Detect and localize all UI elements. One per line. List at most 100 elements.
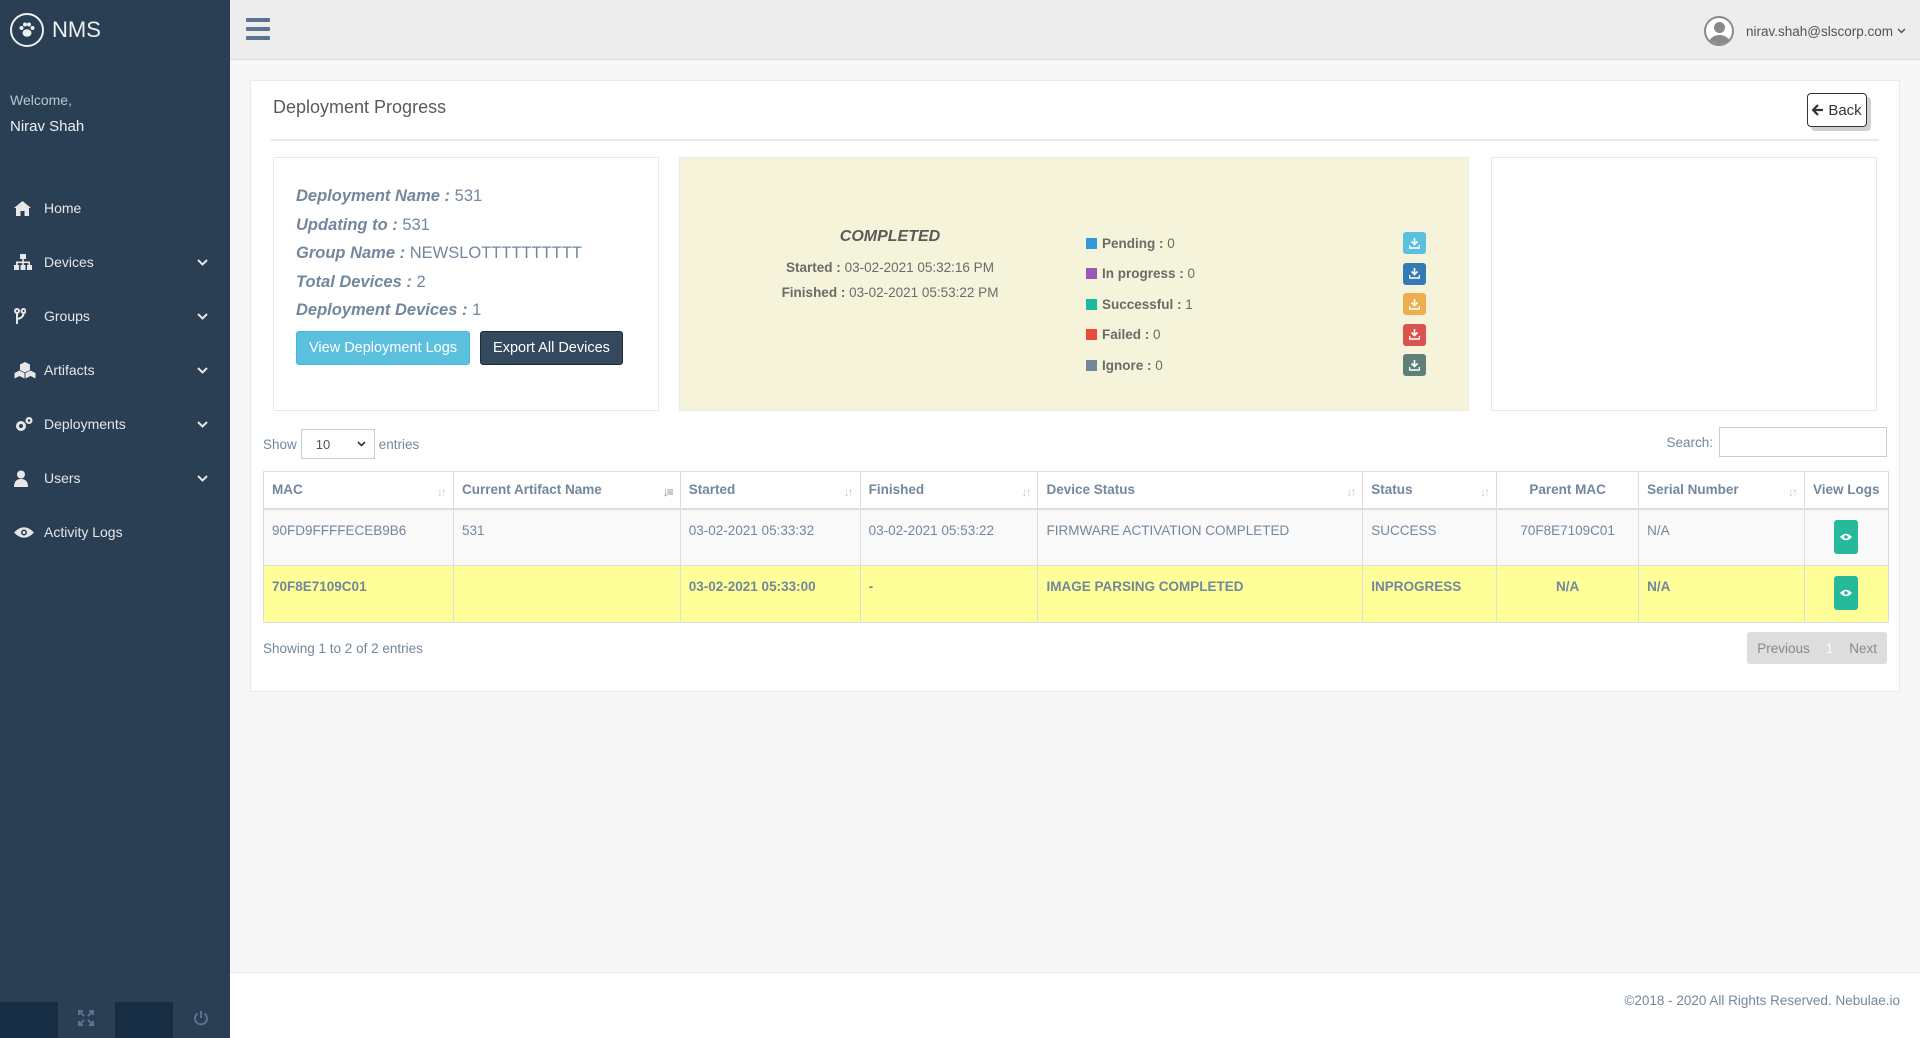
legend-pending: Pending : 0 (1086, 228, 1436, 259)
sidebar-item-label: Artifacts (44, 362, 95, 378)
sidebar-item-home[interactable]: Home (0, 181, 230, 235)
finished-time: 03-02-2021 05:53:22 PM (849, 285, 999, 300)
chevron-down-icon (196, 418, 208, 430)
eye-icon (1840, 589, 1853, 597)
download-icon (1409, 268, 1420, 280)
cell-device-status: IMAGE PARSING COMPLETED (1037, 565, 1364, 623)
welcome-name: Nirav Shah (10, 118, 85, 135)
total-devices: 2 (416, 272, 426, 291)
page-title: Deployment Progress (273, 97, 447, 117)
deployment-status-box: COMPLETED Started : 03-02-2021 05:32:16 … (679, 157, 1469, 411)
sidebar-item-users[interactable]: Users (0, 451, 230, 505)
cell-serial-number: N/A (1638, 565, 1805, 623)
download-in-progress-button[interactable] (1403, 262, 1426, 285)
view-logs-button[interactable] (1834, 576, 1859, 610)
legend-failed: Failed : 0 (1086, 320, 1436, 351)
table-search: Search: (1666, 427, 1887, 457)
deployment-name: 531 (454, 187, 483, 205)
user-icon (14, 470, 44, 487)
download-successful-button[interactable] (1403, 293, 1426, 316)
table-length-control: Show 10 entries (263, 429, 419, 459)
next-page-button[interactable]: Next (1839, 641, 1887, 656)
eye-icon (1840, 533, 1853, 540)
logout-button[interactable] (172, 1002, 230, 1038)
back-button-label: Back (1828, 101, 1862, 119)
col-view-logs: View Logs (1803, 471, 1890, 510)
sidebar-item-groups[interactable]: Groups (0, 289, 230, 343)
col-mac[interactable]: MAC ↓↑ (263, 471, 454, 510)
eye-icon (14, 526, 44, 539)
table-row: 70F8E7109C01 03-02-2021 05:33:00 - IMAGE… (263, 565, 1890, 623)
top-navbar: nirav.shah@slscorp.com (230, 0, 1920, 60)
previous-page-button[interactable]: Previous (1747, 641, 1820, 656)
sort-icon: ↓↑ (843, 485, 854, 499)
col-status[interactable]: Status ↓↑ (1362, 471, 1498, 510)
user-email: nirav.shah@slscorp.com (1745, 23, 1893, 39)
fullscreen-icon (78, 1010, 95, 1030)
finished-line: Finished : 03-02-2021 05:53:22 PM (781, 285, 999, 300)
download-ignore-button[interactable] (1403, 354, 1426, 377)
cell-artifact (452, 565, 681, 623)
settings-footer-button[interactable] (0, 1002, 58, 1038)
view-logs-button[interactable] (1834, 519, 1859, 554)
power-icon (193, 1010, 209, 1030)
square-icon (1086, 359, 1097, 371)
export-all-devices-button[interactable]: Export All Devices (480, 330, 623, 365)
sidebar-item-devices[interactable]: Devices (0, 235, 230, 289)
arrow-left-icon (1812, 104, 1824, 116)
col-artifact[interactable]: Current Artifact Name ↓≡ (452, 471, 681, 510)
sidebar-item-deployments[interactable]: Deployments (0, 397, 230, 451)
sort-icon: ↓↑ (1480, 485, 1490, 499)
info-buttons: View Deployment Logs Export All Devices (296, 330, 636, 365)
cell-serial-number: N/A (1638, 508, 1805, 566)
col-serial-number[interactable]: Serial Number ↓↑ (1638, 471, 1805, 510)
legend-successful: Successful : 1 (1086, 289, 1436, 320)
view-deployment-logs-button[interactable]: View Deployment Logs (296, 330, 471, 365)
brand[interactable]: NMS (0, 0, 230, 60)
status-summary: COMPLETED Started : 03-02-2021 05:32:16 … (730, 228, 1050, 300)
cogs-icon (14, 416, 44, 433)
col-started[interactable]: Started ↓↑ (679, 471, 861, 510)
total-devices-line: Total Devices : 2 (296, 272, 426, 291)
user-menu[interactable]: nirav.shah@slscorp.com (1703, 16, 1906, 46)
cell-parent-mac: N/A (1496, 565, 1640, 623)
status-state: COMPLETED (839, 228, 941, 245)
lock-footer-button[interactable] (115, 1002, 173, 1038)
sort-icon: ↓↑ (436, 485, 447, 499)
devices-table: MAC ↓↑ Current Artifact Name ↓≡ Started ↓↑ … (263, 471, 1890, 623)
back-button[interactable]: Back (1807, 93, 1867, 127)
fullscreen-button[interactable] (57, 1002, 115, 1038)
group-name: NEWSLOTTTTTTTTTT (409, 244, 583, 262)
legend-ignore: Ignore : 0 (1086, 350, 1436, 381)
page-1-button[interactable]: 1 (1820, 641, 1840, 656)
search-input[interactable] (1719, 427, 1887, 457)
deployment-progress-panel: Deployment Progress Back Deployment Name… (250, 80, 1900, 692)
entries-select[interactable]: 10 (300, 429, 375, 459)
sidebar-item-label: Deployments (44, 416, 126, 432)
col-device-status[interactable]: Device Status ↓↑ (1037, 471, 1364, 510)
home-icon (14, 200, 44, 216)
deployment-info-box: Deployment Name : 531 Updating to : 531 … (273, 157, 659, 411)
col-parent-mac: Parent MAC (1496, 471, 1640, 510)
chevron-down-icon (357, 441, 366, 447)
sidebar-item-label: Groups (44, 308, 90, 324)
download-failed-button[interactable] (1403, 323, 1426, 346)
cell-status: SUCCESS (1362, 508, 1498, 566)
sidebar: NMS Welcome, Nirav Shah Home Devices Gro… (0, 0, 230, 1038)
square-icon (1086, 268, 1097, 280)
menu-toggle-icon[interactable] (246, 18, 270, 40)
cell-artifact: 531 (452, 508, 681, 566)
download-pending-button[interactable] (1403, 232, 1426, 255)
sidebar-item-artifacts[interactable]: Artifacts (0, 343, 230, 397)
square-icon (1086, 237, 1097, 249)
table-info: Showing 1 to 2 of 2 entries (263, 641, 423, 656)
cell-finished: - (859, 565, 1039, 623)
page-footer: ©2018 - 2020 All Rights Reserved. Nebula… (230, 972, 1920, 1038)
cell-mac: 90FD9FFFFECEB9B6 (263, 508, 454, 566)
sidebar-footer (0, 1002, 230, 1038)
col-finished[interactable]: Finished ↓↑ (859, 471, 1039, 510)
table-row: 90FD9FFFFECEB9B6 531 03-02-2021 05:33:32… (263, 508, 1890, 566)
copyright: ©2018 - 2020 All Rights Reserved. Nebula… (1624, 993, 1900, 1008)
sidebar-item-activity-logs[interactable]: Activity Logs (0, 505, 230, 559)
legend-in-progress: In progress : 0 (1086, 259, 1436, 290)
